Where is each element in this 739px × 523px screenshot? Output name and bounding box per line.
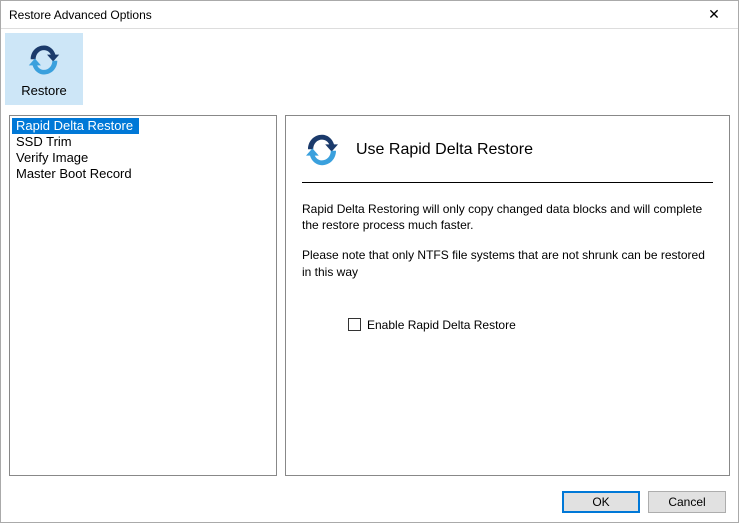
cancel-button[interactable]: Cancel (648, 491, 726, 513)
main-header: Use Rapid Delta Restore (302, 126, 713, 182)
main-panel: Use Rapid Delta Restore Rapid Delta Rest… (285, 115, 730, 476)
description-paragraph-1: Rapid Delta Restoring will only copy cha… (302, 201, 713, 233)
window-title: Restore Advanced Options (9, 8, 694, 22)
close-button[interactable]: ✕ (694, 1, 734, 28)
restore-swirl-icon (25, 41, 63, 79)
ok-button[interactable]: OK (562, 491, 640, 513)
sidebar-item-rapid-delta-restore[interactable]: Rapid Delta Restore (12, 118, 139, 134)
description-paragraph-2: Please note that only NTFS file systems … (302, 247, 713, 279)
sidebar-item-master-boot-record[interactable]: Master Boot Record (12, 166, 274, 182)
checkbox-box-icon (348, 318, 361, 331)
divider (302, 182, 713, 183)
rapid-delta-swirl-icon (302, 130, 342, 170)
enable-rdr-checkbox[interactable]: Enable Rapid Delta Restore (348, 318, 713, 332)
titlebar: Restore Advanced Options ✕ (1, 1, 738, 29)
close-icon: ✕ (708, 6, 720, 23)
options-sidebar: Rapid Delta Restore SSD Trim Verify Imag… (9, 115, 277, 476)
dialog-footer: OK Cancel (1, 482, 738, 522)
content-area: Rapid Delta Restore SSD Trim Verify Imag… (1, 109, 738, 482)
panel-heading: Use Rapid Delta Restore (356, 141, 533, 159)
restore-tool-label: Restore (21, 83, 67, 98)
sidebar-item-verify-image[interactable]: Verify Image (12, 150, 274, 166)
dialog-window: Restore Advanced Options ✕ Restore Rapid… (0, 0, 739, 523)
restore-tool-button[interactable]: Restore (5, 33, 83, 105)
enable-rdr-checkbox-label: Enable Rapid Delta Restore (367, 318, 516, 332)
toolbar: Restore (1, 29, 738, 109)
sidebar-item-ssd-trim[interactable]: SSD Trim (12, 134, 274, 150)
